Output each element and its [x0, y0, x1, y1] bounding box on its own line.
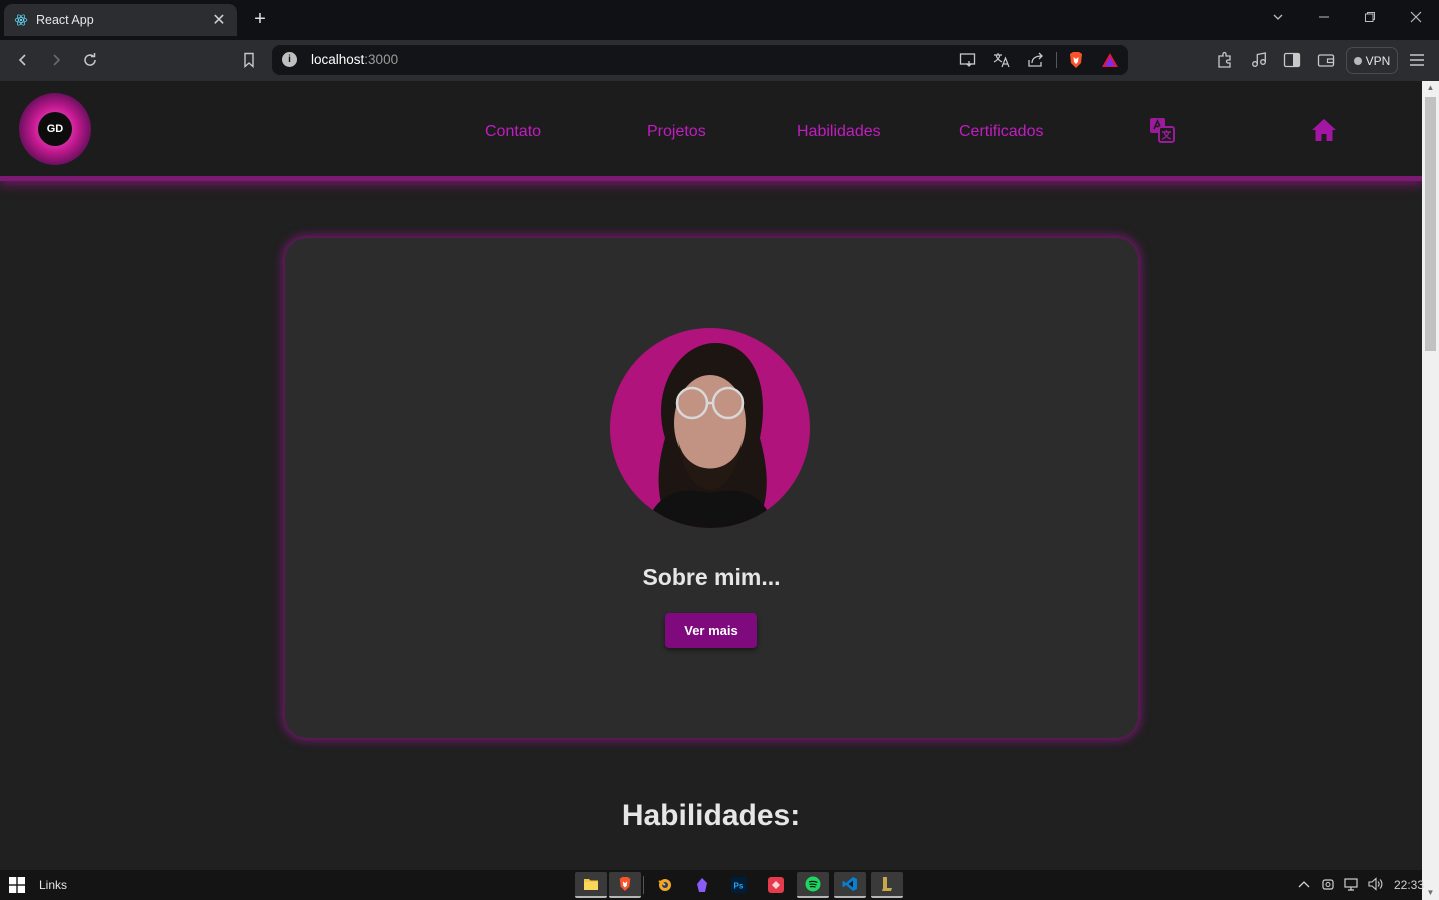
page-scrollbar[interactable]: ▲ ▼: [1422, 81, 1439, 900]
vpn-status-icon: [1353, 56, 1362, 65]
cast-icon[interactable]: [958, 50, 978, 70]
media-icon[interactable]: [1248, 49, 1270, 71]
restore-icon[interactable]: [1360, 10, 1380, 26]
profile-photo: [610, 328, 810, 528]
nav-projetos[interactable]: Projetos: [647, 123, 706, 141]
about-card: Sobre mim... Ver mais: [285, 238, 1138, 738]
tray-overflow-icon[interactable]: [1297, 877, 1311, 894]
app-icon[interactable]: [760, 872, 792, 898]
site-info-icon[interactable]: i: [282, 52, 297, 67]
tab-close-icon[interactable]: ✕: [211, 10, 227, 30]
blender-icon[interactable]: [649, 872, 681, 898]
file-explorer-icon[interactable]: [575, 872, 607, 898]
taskbar-links-label[interactable]: Links: [39, 878, 67, 892]
clock[interactable]: 22:33: [1394, 878, 1424, 892]
scroll-down-icon[interactable]: ▼: [1422, 886, 1439, 900]
react-favicon-icon: [14, 13, 28, 27]
site-logo[interactable]: GD: [19, 93, 91, 165]
ver-mais-button[interactable]: Ver mais: [665, 613, 757, 648]
address-bar[interactable]: i localhost:3000: [272, 45, 1128, 75]
about-title: Sobre mim...: [642, 564, 781, 590]
svg-text:Ps: Ps: [734, 882, 744, 891]
menu-icon[interactable]: [1406, 49, 1428, 71]
url-port: :3000: [364, 52, 399, 67]
nav-habilidades[interactable]: Habilidades: [797, 123, 881, 141]
minimize-icon[interactable]: [1314, 10, 1334, 26]
sidebar-icon[interactable]: [1281, 49, 1303, 71]
scroll-up-icon[interactable]: ▲: [1422, 81, 1439, 95]
tab-title: React App: [36, 13, 94, 27]
url-host: localhost: [311, 52, 365, 67]
close-window-icon[interactable]: [1406, 10, 1426, 26]
league-icon[interactable]: [871, 872, 903, 898]
scroll-thumb[interactable]: [1425, 97, 1436, 351]
windows-start-icon[interactable]: [9, 877, 25, 893]
photoshop-icon[interactable]: Ps: [723, 872, 755, 898]
windows-taskbar: Links Ps 22:33: [0, 870, 1424, 900]
page-viewport: GD Contato Projetos Habilidades Certific…: [0, 81, 1422, 870]
brave-icon[interactable]: [609, 872, 641, 898]
vpn-label: VPN: [1365, 53, 1391, 68]
spotify-icon[interactable]: [797, 872, 829, 898]
tab-search-icon[interactable]: [1268, 10, 1288, 26]
brave-rewards-icon[interactable]: [1100, 50, 1120, 70]
browser-tabbar: React App ✕ +: [0, 0, 1439, 40]
url-divider: [1056, 52, 1057, 68]
obsidian-icon[interactable]: [686, 872, 718, 898]
browser-tab[interactable]: React App ✕: [4, 4, 237, 36]
volume-icon[interactable]: [1368, 877, 1384, 894]
wallet-icon[interactable]: [1315, 49, 1337, 71]
forward-icon[interactable]: [45, 49, 67, 71]
section-title-habilidades: Habilidades:: [621, 799, 801, 832]
back-icon[interactable]: [12, 49, 34, 71]
meet-now-icon[interactable]: [1321, 877, 1335, 894]
reload-icon[interactable]: [79, 49, 101, 71]
nav-certificados[interactable]: Certificados: [959, 123, 1043, 141]
vpn-button[interactable]: VPN: [1346, 47, 1398, 74]
bookmark-icon[interactable]: [238, 49, 260, 71]
taskbar-divider: [643, 876, 644, 894]
home-icon[interactable]: [1310, 116, 1340, 146]
vscode-icon[interactable]: [834, 872, 866, 898]
logo-text: GD: [38, 112, 72, 146]
share-icon[interactable]: [1026, 50, 1046, 70]
network-icon[interactable]: [1344, 877, 1360, 894]
translate-icon[interactable]: [992, 50, 1012, 70]
extensions-icon[interactable]: [1214, 49, 1236, 71]
brave-shield-icon[interactable]: [1066, 50, 1086, 70]
nav-contato[interactable]: Contato: [485, 123, 541, 141]
site-header: GD Contato Projetos Habilidades Certific…: [0, 81, 1422, 181]
browser-toolbar: i localhost:3000 VPN: [0, 40, 1439, 81]
new-tab-button[interactable]: +: [250, 8, 270, 30]
language-icon[interactable]: [1148, 116, 1178, 146]
url-text[interactable]: localhost:3000: [311, 52, 398, 67]
